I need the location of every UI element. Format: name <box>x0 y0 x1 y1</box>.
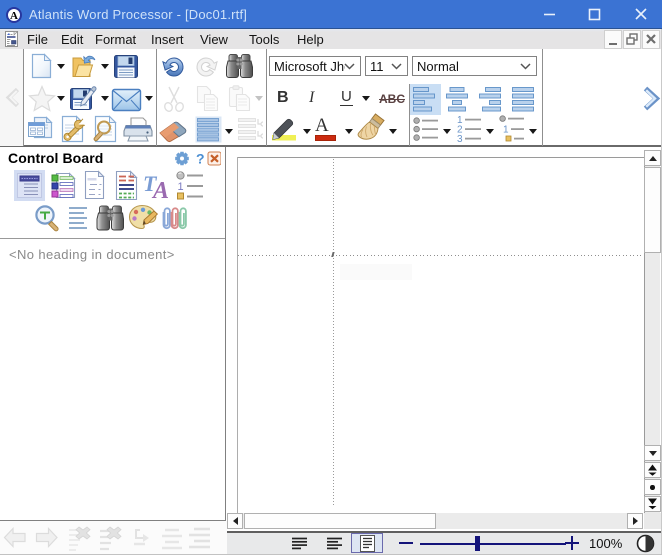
svg-text:A: A <box>10 10 18 22</box>
svg-text:3: 3 <box>457 134 463 143</box>
svg-text:1: 1 <box>503 125 509 136</box>
svg-text:A: A <box>151 178 169 201</box>
svg-text:1: 1 <box>178 181 184 193</box>
svg-text:?: ? <box>196 151 205 166</box>
